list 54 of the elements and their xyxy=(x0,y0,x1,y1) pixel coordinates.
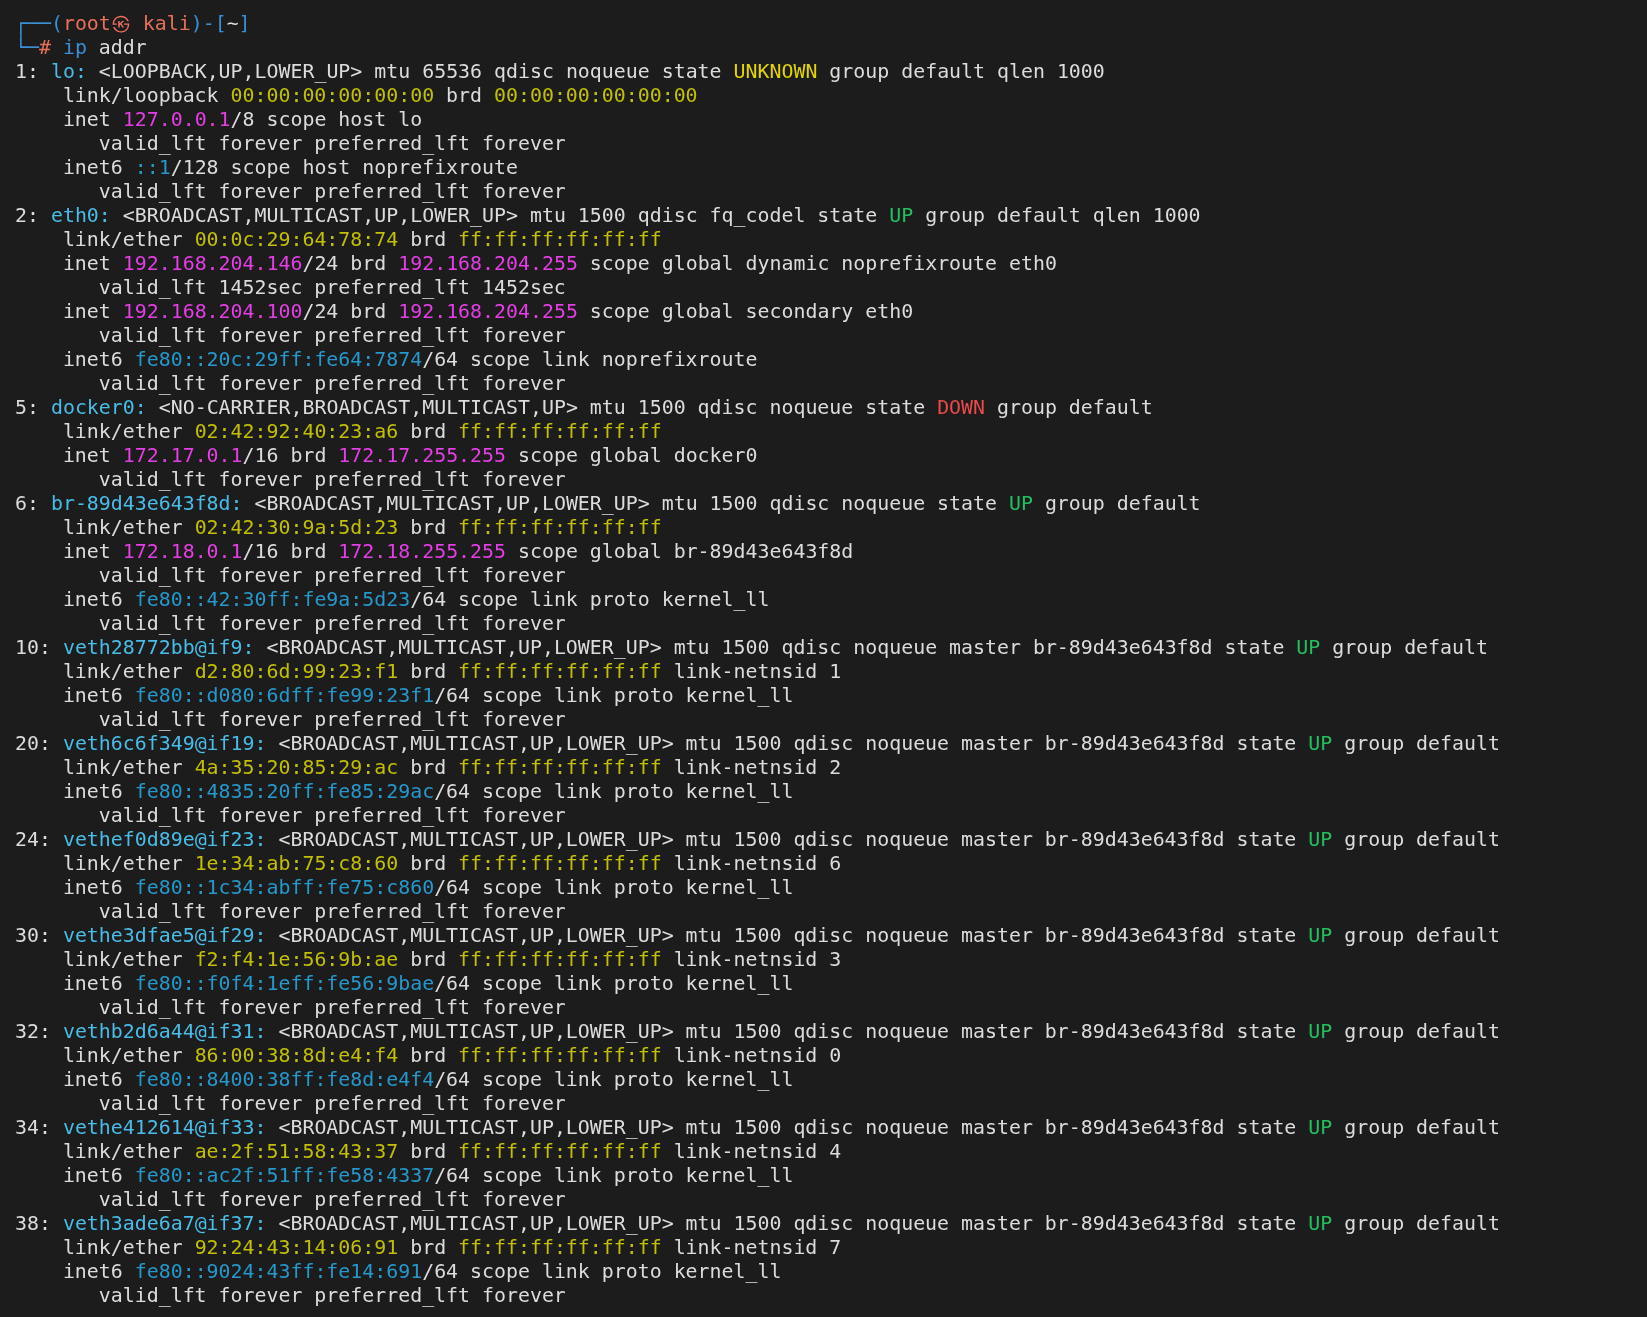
output-line: inet 127.0.0.1/8 scope host lo xyxy=(62,108,423,132)
output-line: valid_lft forever preferred_lft forever xyxy=(98,372,566,396)
output-line: valid_lft forever preferred_lft forever xyxy=(98,132,566,156)
output-line: 34: vethe412614@if33: <BROADCAST,MULTICAST,UP,LOWER_UP> mtu 1500 qdisc noqueue master br-89d43e643f8d state UP group default xyxy=(15,1116,1500,1140)
output-line: valid_lft forever preferred_lft forever xyxy=(98,468,566,492)
shell-prompt: ┌──(root㉿ kali)-[~] xyxy=(15,12,251,35)
output-line: link/ether 00:0c:29:64:78:74 brd ff:ff:ff:ff:ff:ff xyxy=(62,228,662,252)
output-line: inet6 fe80::20c:29ff:fe64:7874/64 scope link noprefixroute xyxy=(62,348,758,372)
output-line: link/ether 02:42:30:9a:5d:23 brd ff:ff:ff:ff:ff:ff xyxy=(62,516,662,540)
output-line: link/ether ae:2f:51:58:43:37 brd ff:ff:ff:ff:ff:ff link-netnsid 4 xyxy=(62,1140,842,1164)
output-line: 24: vethef0d89e@if23: <BROADCAST,MULTICAST,UP,LOWER_UP> mtu 1500 qdisc noqueue master br-89d43e643f8d state UP group default xyxy=(15,828,1500,852)
output-line: valid_lft forever preferred_lft forever xyxy=(98,1092,566,1116)
output-line: inet6 fe80::1c34:abff:fe75:c860/64 scope link proto kernel_ll xyxy=(62,876,794,900)
output-line: 38: veth3ade6a7@if37: <BROADCAST,MULTICAST,UP,LOWER_UP> mtu 1500 qdisc noqueue master br-89d43e643f8d state UP group default xyxy=(15,1212,1500,1236)
output-line: link/ether d2:80:6d:99:23:f1 brd ff:ff:ff:ff:ff:ff link-netnsid 1 xyxy=(62,660,842,684)
output-line: valid_lft forever preferred_lft forever xyxy=(98,996,566,1020)
output-line: inet 192.168.204.100/24 brd 192.168.204.255 scope global secondary eth0 xyxy=(62,300,914,324)
output-line: link/ether 92:24:43:14:06:91 brd ff:ff:ff:ff:ff:ff link-netnsid 7 xyxy=(62,1236,842,1260)
output-line: valid_lft 1452sec preferred_lft 1452sec xyxy=(98,276,566,300)
output-line: valid_lft forever preferred_lft forever xyxy=(98,900,566,924)
output-line: link/ether f2:f4:1e:56:9b:ae brd ff:ff:ff:ff:ff:ff link-netnsid 3 xyxy=(62,948,842,972)
output-line: 30: vethe3dfae5@if29: <BROADCAST,MULTICAST,UP,LOWER_UP> mtu 1500 qdisc noqueue master br-89d43e643f8d state UP group default xyxy=(15,924,1500,948)
output-line: link/ether 86:00:38:8d:e4:f4 brd ff:ff:ff:ff:ff:ff link-netnsid 0 xyxy=(62,1044,842,1068)
output-line: valid_lft forever preferred_lft forever xyxy=(98,1188,566,1212)
output-line: valid_lft forever preferred_lft forever xyxy=(98,180,566,204)
output-line: link/ether 4a:35:20:85:29:ac brd ff:ff:ff:ff:ff:ff link-netnsid 2 xyxy=(62,756,842,780)
output-line: valid_lft forever preferred_lft forever xyxy=(98,804,566,828)
output-line: 5: docker0: <NO-CARRIER,BROADCAST,MULTICAST,UP> mtu 1500 qdisc noqueue state DOWN group default xyxy=(15,396,1153,420)
output-line: 1: lo: <LOOPBACK,UP,LOWER_UP> mtu 65536 qdisc noqueue state UNKNOWN group default qlen 1000 xyxy=(15,60,1105,84)
output-line: inet6 fe80::9024:43ff:fe14:691/64 scope link proto kernel_ll xyxy=(62,1260,782,1284)
output-line: inet6 fe80::4835:20ff:fe85:29ac/64 scope link proto kernel_ll xyxy=(62,780,794,804)
output-line: 10: veth28772bb@if9: <BROADCAST,MULTICAST,UP,LOWER_UP> mtu 1500 qdisc noqueue master br-89d43e643f8d state UP group default xyxy=(15,636,1488,660)
output-line: valid_lft forever preferred_lft forever xyxy=(98,708,566,732)
output-line: valid_lft forever preferred_lft forever xyxy=(98,612,566,636)
output-line: inet6 fe80::8400:38ff:fe8d:e4f4/64 scope link proto kernel_ll xyxy=(62,1068,794,1092)
output-line: 20: veth6c6f349@if19: <BROADCAST,MULTICAST,UP,LOWER_UP> mtu 1500 qdisc noqueue master br-89d43e643f8d state UP group default xyxy=(15,732,1500,756)
output-line: inet6 fe80::42:30ff:fe9a:5d23/64 scope link proto kernel_ll xyxy=(62,588,770,612)
output-line: link/ether 1e:34:ab:75:c8:60 brd ff:ff:ff:ff:ff:ff link-netnsid 6 xyxy=(62,852,842,876)
output-line: link/loopback 00:00:00:00:00:00 brd 00:00:00:00:00:00 xyxy=(62,84,698,108)
output-line: inet6 fe80::f0f4:1eff:fe56:9bae/64 scope link proto kernel_ll xyxy=(62,972,794,996)
output-line: valid_lft forever preferred_lft forever xyxy=(98,324,566,348)
output-line: inet6 fe80::d080:6dff:fe99:23f1/64 scope link proto kernel_ll xyxy=(62,684,794,708)
output-line: inet 192.168.204.146/24 brd 192.168.204.255 scope global dynamic noprefixroute eth0 xyxy=(62,252,1057,276)
output-line: inet 172.18.0.1/16 brd 172.18.255.255 scope global br-89d43e643f8d xyxy=(62,540,854,564)
output-line: 32: vethb2d6a44@if31: <BROADCAST,MULTICAST,UP,LOWER_UP> mtu 1500 qdisc noqueue master br-89d43e643f8d state UP group default xyxy=(15,1020,1500,1044)
output-line: inet 172.17.0.1/16 brd 172.17.255.255 scope global docker0 xyxy=(62,444,758,468)
shell-prompt: └─# ip addr xyxy=(15,36,147,60)
output-line: valid_lft forever preferred_lft forever xyxy=(98,564,566,588)
output-line: 6: br-89d43e643f8d: <BROADCAST,MULTICAST,UP,LOWER_UP> mtu 1500 qdisc noqueue state UP group default xyxy=(15,492,1201,516)
output-line: inet6 fe80::ac2f:51ff:fe58:4337/64 scope link proto kernel_ll xyxy=(62,1164,794,1188)
output-line: link/ether 02:42:92:40:23:a6 brd ff:ff:ff:ff:ff:ff xyxy=(62,420,662,444)
output-line: 2: eth0: <BROADCAST,MULTICAST,UP,LOWER_UP> mtu 1500 qdisc fq_codel state UP group default qlen 1000 xyxy=(15,204,1201,228)
output-line: inet6 ::1/128 scope host noprefixroute xyxy=(62,156,518,180)
output-line: valid_lft forever preferred_lft forever xyxy=(98,1284,566,1308)
